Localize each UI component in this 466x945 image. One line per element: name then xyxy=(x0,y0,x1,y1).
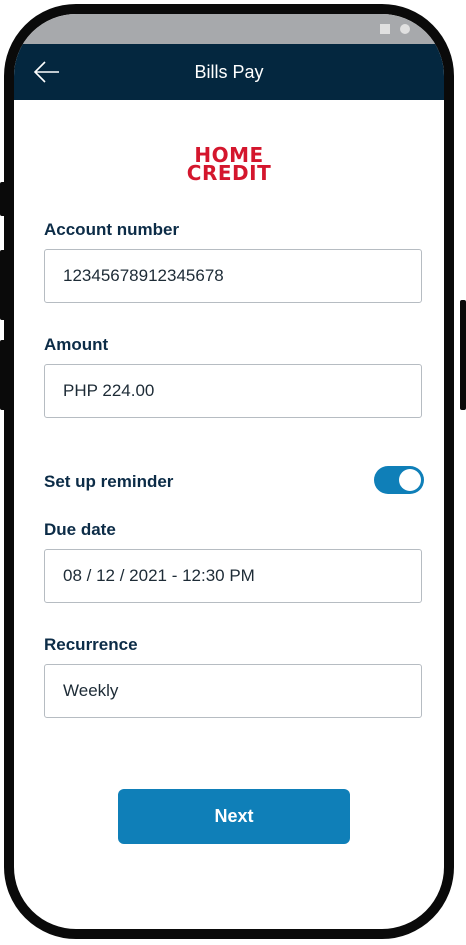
reminder-toggle[interactable] xyxy=(374,466,424,494)
recurrence-field[interactable]: Weekly xyxy=(44,664,422,718)
amount-label: Amount xyxy=(44,335,109,354)
status-icons xyxy=(380,24,410,34)
account-number-field[interactable]: 12345678912345678 xyxy=(44,249,422,303)
account-number-label: Account number xyxy=(44,220,180,239)
logo-line-2: CREDIT xyxy=(186,161,272,185)
phone-frame: Bills Pay HOME CREDIT Account number 123… xyxy=(4,4,454,939)
recurrence-label: Recurrence xyxy=(44,635,138,654)
toggle-knob xyxy=(399,469,421,491)
due-date-label: Due date xyxy=(44,520,116,539)
app-header: Bills Pay xyxy=(14,44,444,100)
amount-field[interactable]: PHP 224.00 xyxy=(44,364,422,418)
circle-icon xyxy=(400,24,410,34)
page-title: Bills Pay xyxy=(194,62,264,82)
phone-power-button xyxy=(460,300,466,410)
square-icon xyxy=(380,24,390,34)
next-button[interactable]: Next xyxy=(118,789,350,844)
due-date-field[interactable]: 08 / 12 / 2021 - 12:30 PM xyxy=(44,549,422,603)
reminder-label: Set up reminder xyxy=(44,472,174,491)
status-bar xyxy=(14,14,444,44)
home-credit-logo: HOME CREDIT xyxy=(14,145,444,185)
